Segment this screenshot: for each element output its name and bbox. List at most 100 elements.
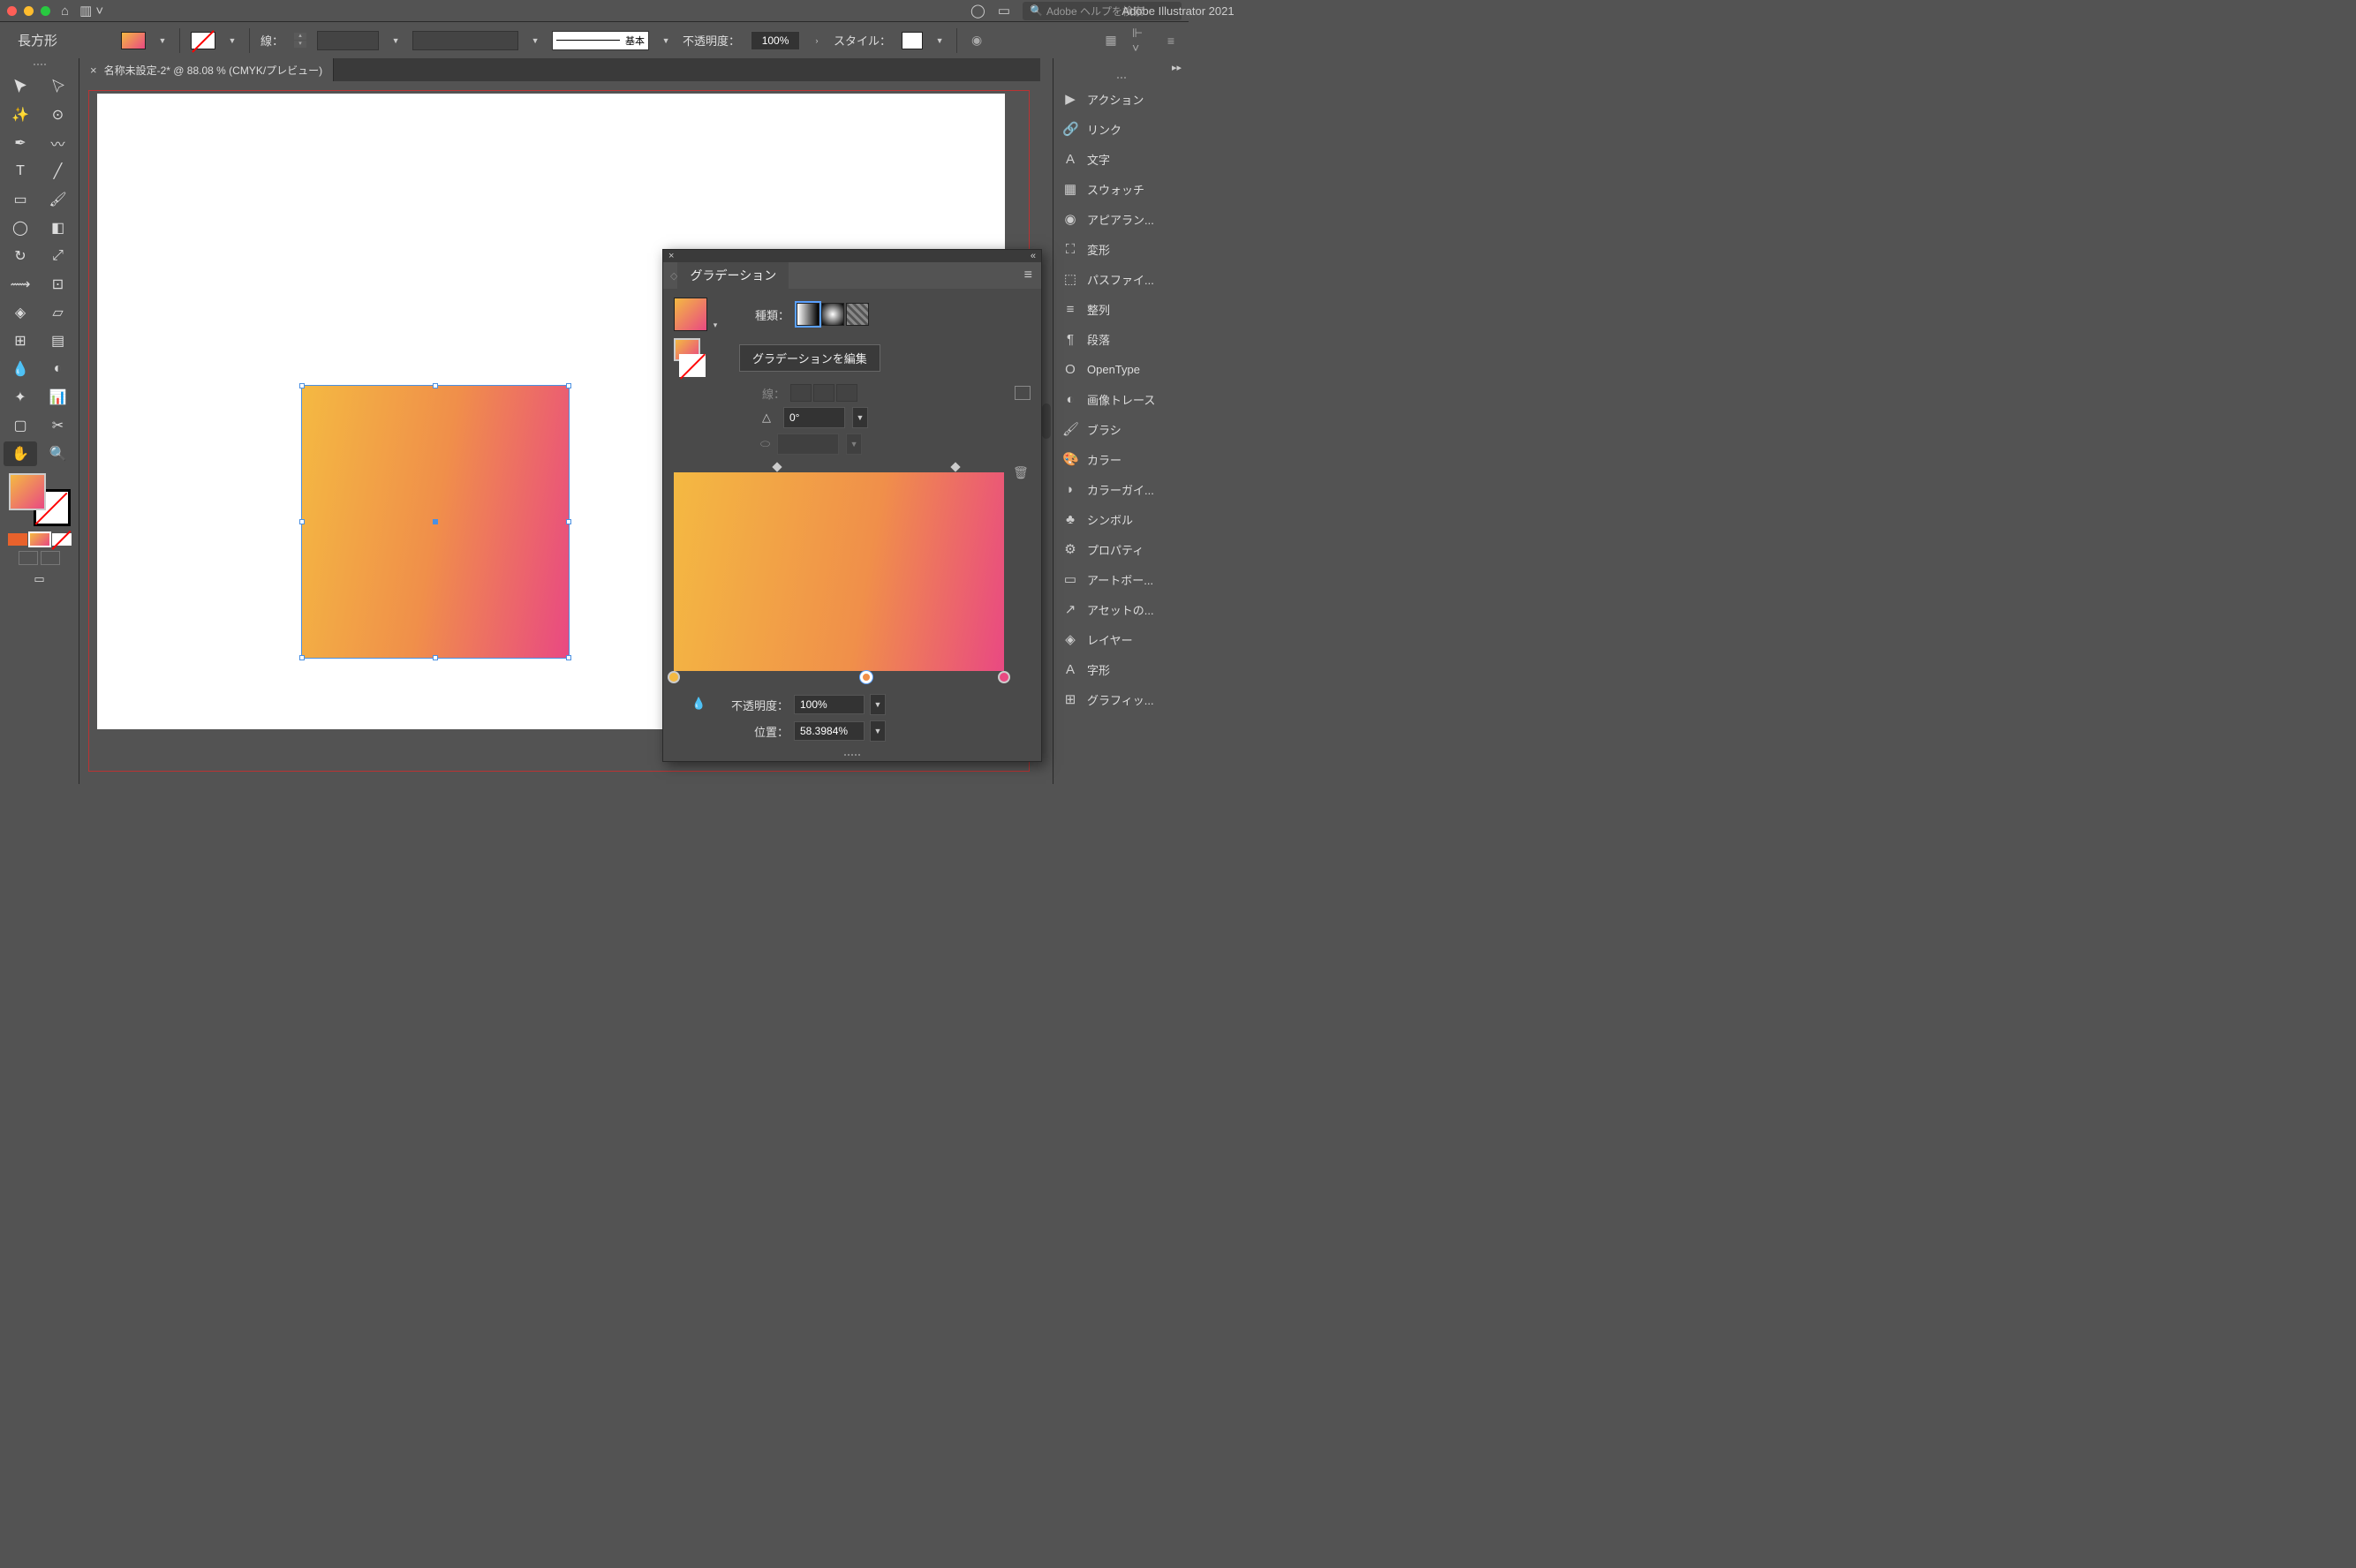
stroke-weight-stepper[interactable]: ▴▾: [294, 33, 306, 48]
user-icon[interactable]: ◯: [970, 3, 985, 19]
recolor-icon[interactable]: ◉: [968, 32, 985, 49]
resize-handle[interactable]: [299, 655, 305, 660]
lasso-tool[interactable]: ⊙: [42, 102, 75, 127]
panel-close-icon[interactable]: ×: [668, 251, 674, 261]
fill-stroke-indicator[interactable]: [9, 473, 71, 526]
symbol-sprayer-tool[interactable]: ✦: [4, 385, 37, 410]
edit-gradient-button[interactable]: グラデーションを編集: [739, 344, 880, 372]
selected-rectangle[interactable]: [302, 386, 569, 658]
minimize-window-button[interactable]: [24, 6, 34, 16]
panel-item-19[interactable]: A字形: [1053, 654, 1189, 684]
gradient-preset-dropdown[interactable]: ▾: [709, 319, 721, 331]
direct-selection-tool[interactable]: [42, 74, 75, 99]
mesh-tool[interactable]: ⊞: [4, 328, 37, 353]
gradient-slider[interactable]: 🗑: [674, 464, 1031, 671]
panel-item-3[interactable]: ▦スウォッチ: [1053, 174, 1189, 204]
panel-item-4[interactable]: ◉アピアラン...: [1053, 204, 1189, 234]
eyedropper-icon[interactable]: 💧: [691, 697, 707, 712]
resize-handle[interactable]: [433, 383, 438, 388]
resize-handle[interactable]: [566, 383, 571, 388]
opacity-midpoint[interactable]: [772, 462, 782, 471]
resize-handle[interactable]: [566, 655, 571, 660]
stroke-weight-field[interactable]: [317, 31, 379, 50]
free-transform-tool[interactable]: ⊡: [42, 272, 75, 297]
brush-dropdown[interactable]: ▼: [660, 34, 672, 47]
gradient-stop[interactable]: [860, 671, 872, 683]
maximize-window-button[interactable]: [41, 6, 50, 16]
panel-item-10[interactable]: ◐画像トレース: [1053, 384, 1189, 414]
panel-item-8[interactable]: ¶段落: [1053, 324, 1189, 354]
style-label[interactable]: スタイル：: [834, 32, 891, 49]
panel-item-6[interactable]: ⬚パスファイ...: [1053, 264, 1189, 294]
angle-field[interactable]: 0°: [783, 407, 845, 428]
perspective-tool[interactable]: ▱: [42, 300, 75, 325]
linear-gradient-button[interactable]: [797, 303, 819, 326]
stroke-dropdown-icon[interactable]: ▼: [226, 34, 238, 47]
fill-swatch[interactable]: [121, 32, 146, 49]
rectangle-tool[interactable]: ▭: [4, 187, 37, 212]
workspace-icon[interactable]: ▭: [998, 3, 1010, 19]
fill-dropdown-icon[interactable]: ▼: [156, 34, 169, 47]
panel-item-14[interactable]: ♣シンボル: [1053, 504, 1189, 534]
line-tool[interactable]: ╱: [42, 159, 75, 184]
stroke-weight-dropdown[interactable]: ▼: [389, 34, 402, 47]
isolate-icon[interactable]: ≡: [1162, 32, 1180, 49]
eraser-tool[interactable]: ◧: [42, 215, 75, 240]
panel-item-9[interactable]: OOpenType: [1053, 354, 1189, 384]
style-dropdown[interactable]: ▼: [933, 34, 946, 47]
stroke-label[interactable]: 線：: [261, 32, 283, 49]
panel-collapse-strip[interactable]: [1040, 58, 1053, 784]
panel-menu-icon[interactable]: ≡: [1016, 268, 1041, 283]
panel-stroke-indicator[interactable]: [679, 354, 706, 377]
stroke-swatch[interactable]: [191, 32, 215, 49]
draw-normal[interactable]: [19, 551, 38, 565]
gradient-preview[interactable]: [674, 298, 707, 331]
tab-close-icon[interactable]: ×: [90, 64, 97, 77]
panel-item-16[interactable]: ▭アートボー...: [1053, 564, 1189, 594]
expand-panels-icon[interactable]: ▸▸: [1172, 62, 1182, 73]
style-swatch[interactable]: [902, 32, 923, 49]
panel-collapse-icon[interactable]: «: [1031, 251, 1036, 261]
pen-tool[interactable]: ✒: [4, 131, 37, 155]
gradient-tool[interactable]: ▤: [42, 328, 75, 353]
stop-opacity-field[interactable]: 100%: [794, 695, 865, 714]
resize-handle[interactable]: [299, 519, 305, 524]
opacity-dropdown[interactable]: ›: [811, 34, 823, 47]
close-window-button[interactable]: [7, 6, 17, 16]
brush-definition[interactable]: 基本: [552, 31, 649, 50]
gradient-tab[interactable]: グラデーション: [677, 262, 789, 289]
shape-builder-tool[interactable]: ◈: [4, 300, 37, 325]
panel-titlebar[interactable]: × «: [663, 250, 1041, 262]
stop-location-dropdown[interactable]: ▼: [870, 720, 886, 742]
type-tool[interactable]: T: [4, 159, 37, 184]
draw-behind[interactable]: [41, 551, 60, 565]
resize-handle[interactable]: [566, 519, 571, 524]
fill-indicator[interactable]: [9, 473, 46, 510]
panel-item-15[interactable]: ⚙プロパティ: [1053, 534, 1189, 564]
panel-item-11[interactable]: 🖌ブラシ: [1053, 414, 1189, 444]
panel-item-5[interactable]: ⛶変形: [1053, 234, 1189, 264]
shaper-tool[interactable]: ◯: [4, 215, 37, 240]
stroke-profile-field[interactable]: [412, 31, 518, 50]
panel-item-17[interactable]: ↗アセットの...: [1053, 594, 1189, 624]
zoom-tool[interactable]: 🔍: [42, 441, 75, 466]
blend-tool[interactable]: ◐: [42, 357, 75, 381]
reverse-gradient-icon[interactable]: [1015, 386, 1031, 400]
selection-tool[interactable]: [4, 74, 37, 99]
stop-opacity-dropdown[interactable]: ▼: [870, 694, 886, 715]
gradient-mode[interactable]: [30, 533, 49, 546]
panel-item-20[interactable]: ⊞グラフィッ...: [1053, 684, 1189, 714]
opacity-field[interactable]: 100%: [751, 31, 800, 50]
stop-location-field[interactable]: 58.3984%: [794, 721, 865, 741]
solid-mode[interactable]: [8, 533, 27, 546]
stroke-profile-dropdown[interactable]: ▼: [529, 34, 541, 47]
transform-icon[interactable]: ⊩ ˅: [1132, 32, 1150, 49]
panel-item-1[interactable]: 🔗リンク: [1053, 114, 1189, 144]
center-handle[interactable]: [433, 519, 438, 524]
slice-tool[interactable]: ✂: [42, 413, 75, 438]
panel-item-13[interactable]: ◗カラーガイ...: [1053, 474, 1189, 504]
angle-dropdown[interactable]: ▼: [852, 407, 868, 428]
screen-mode[interactable]: ▭: [4, 572, 75, 586]
panel-item-2[interactable]: A文字: [1053, 144, 1189, 174]
magic-wand-tool[interactable]: ✨: [4, 102, 37, 127]
